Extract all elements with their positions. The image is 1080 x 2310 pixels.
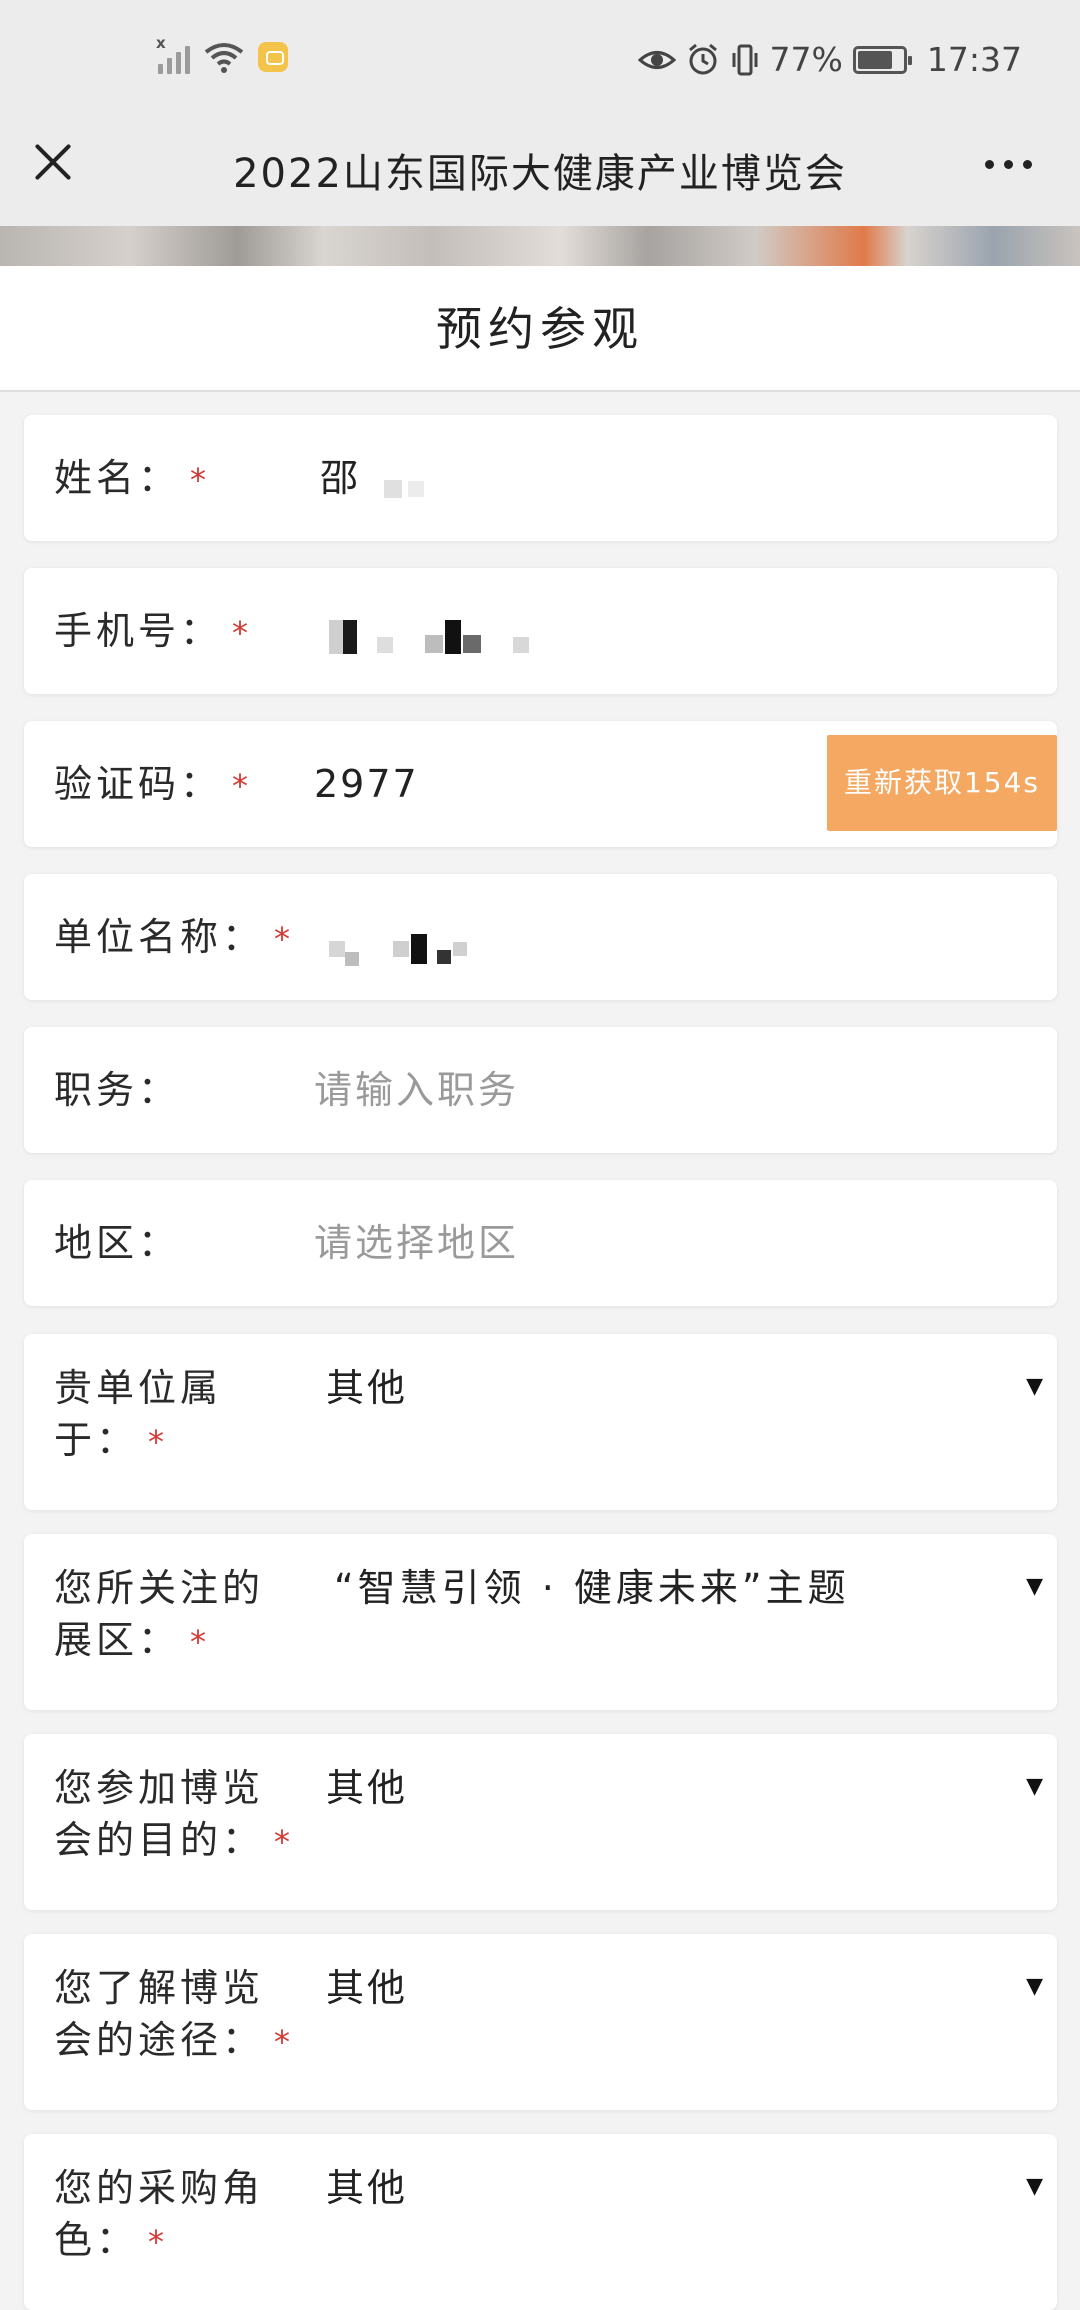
redacted-text bbox=[384, 480, 424, 498]
required-mark: * bbox=[148, 2223, 169, 2261]
eye-icon bbox=[637, 50, 676, 69]
company-field-row: 单位名称： * bbox=[24, 874, 1057, 1000]
channel-select[interactable]: 其他 bbox=[326, 1962, 408, 2014]
position-label: 职务： bbox=[54, 1068, 181, 1112]
region-field-row: 地区： 请选择地区 bbox=[24, 1180, 1057, 1306]
position-field-row: 职务： 请输入职务 bbox=[24, 1027, 1057, 1153]
purpose-field-row[interactable]: 您参加博览 会的目的： * 其他 ▼ bbox=[24, 1734, 1057, 1910]
channel-field-row[interactable]: 您了解博览 会的途径： * 其他 ▼ bbox=[24, 1934, 1057, 2110]
chevron-down-icon[interactable]: ▼ bbox=[1026, 1774, 1043, 1799]
page-title: 预约参观 bbox=[436, 302, 644, 356]
required-mark: * bbox=[232, 614, 253, 652]
more-icon[interactable] bbox=[985, 160, 1032, 169]
page-header: 预约参观 bbox=[0, 266, 1080, 392]
required-mark: * bbox=[274, 1823, 295, 1861]
notification-icon bbox=[258, 42, 288, 72]
position-input[interactable]: 请输入职务 bbox=[314, 1064, 519, 1116]
signal-icon: x bbox=[156, 34, 190, 74]
clock: 17:37 bbox=[926, 40, 1022, 79]
wifi-icon bbox=[204, 43, 244, 73]
name-field-row: 姓名： * 邵 bbox=[24, 415, 1057, 541]
name-label: 姓名： bbox=[54, 456, 181, 500]
required-mark: * bbox=[274, 2023, 295, 2061]
affiliation-select[interactable]: 其他 bbox=[326, 1362, 408, 1414]
chevron-down-icon[interactable]: ▼ bbox=[1026, 1574, 1043, 1599]
vibrate-icon bbox=[732, 44, 758, 75]
affiliation-label: 贵单位属 bbox=[54, 1366, 223, 1410]
phone-label: 手机号： bbox=[54, 609, 223, 653]
chevron-down-icon[interactable]: ▼ bbox=[1026, 1974, 1043, 1999]
region-select[interactable]: 请选择地区 bbox=[314, 1217, 519, 1269]
affiliation-field-row[interactable]: 贵单位属 于： * 其他 ▼ bbox=[24, 1334, 1057, 1510]
status-bar: x 77% 17:37 bbox=[0, 0, 1080, 118]
role-label: 您的采购角 bbox=[54, 2166, 265, 2210]
zone-label: 您所关注的 bbox=[54, 1566, 265, 1610]
name-input[interactable]: 邵 bbox=[320, 452, 361, 504]
role-select[interactable]: 其他 bbox=[326, 2162, 408, 2214]
required-mark: * bbox=[190, 1623, 211, 1661]
phone-input[interactable] bbox=[329, 620, 529, 654]
channel-label: 您了解博览 bbox=[54, 1966, 265, 2010]
chevron-down-icon[interactable]: ▼ bbox=[1026, 1374, 1043, 1399]
battery-icon bbox=[852, 45, 912, 74]
region-label: 地区： bbox=[54, 1221, 181, 1265]
zone-field-row[interactable]: 您所关注的 展区： * “智慧引领 · 健康未来”主题 ▼ bbox=[24, 1534, 1057, 1710]
zone-select[interactable]: “智慧引领 · 健康未来”主题 bbox=[334, 1562, 850, 1614]
required-mark: * bbox=[274, 920, 295, 958]
code-field-row: 验证码： * 2977 重新获取154s bbox=[24, 721, 1057, 847]
company-label: 单位名称： bbox=[54, 915, 265, 959]
code-input[interactable]: 2977 bbox=[314, 758, 419, 810]
company-input[interactable] bbox=[329, 932, 467, 966]
alarm-icon bbox=[688, 43, 717, 74]
required-mark: * bbox=[148, 1423, 169, 1461]
resend-code-button[interactable]: 重新获取154s bbox=[827, 735, 1057, 831]
banner-image bbox=[0, 226, 1080, 266]
battery-percent: 77% bbox=[769, 40, 843, 79]
purpose-select[interactable]: 其他 bbox=[326, 1762, 408, 1814]
nav-title: 2022山东国际大健康产业博览会 bbox=[233, 151, 847, 197]
chevron-down-icon[interactable]: ▼ bbox=[1026, 2174, 1043, 2199]
required-mark: * bbox=[190, 461, 211, 499]
purpose-label: 您参加博览 bbox=[54, 1766, 265, 1810]
code-label: 验证码： bbox=[54, 762, 223, 806]
required-mark: * bbox=[232, 767, 253, 805]
phone-field-row: 手机号： * bbox=[24, 568, 1057, 694]
role-field-row[interactable]: 您的采购角 色： * 其他 ▼ bbox=[24, 2134, 1057, 2310]
nav-bar: 2022山东国际大健康产业博览会 bbox=[0, 118, 1080, 226]
